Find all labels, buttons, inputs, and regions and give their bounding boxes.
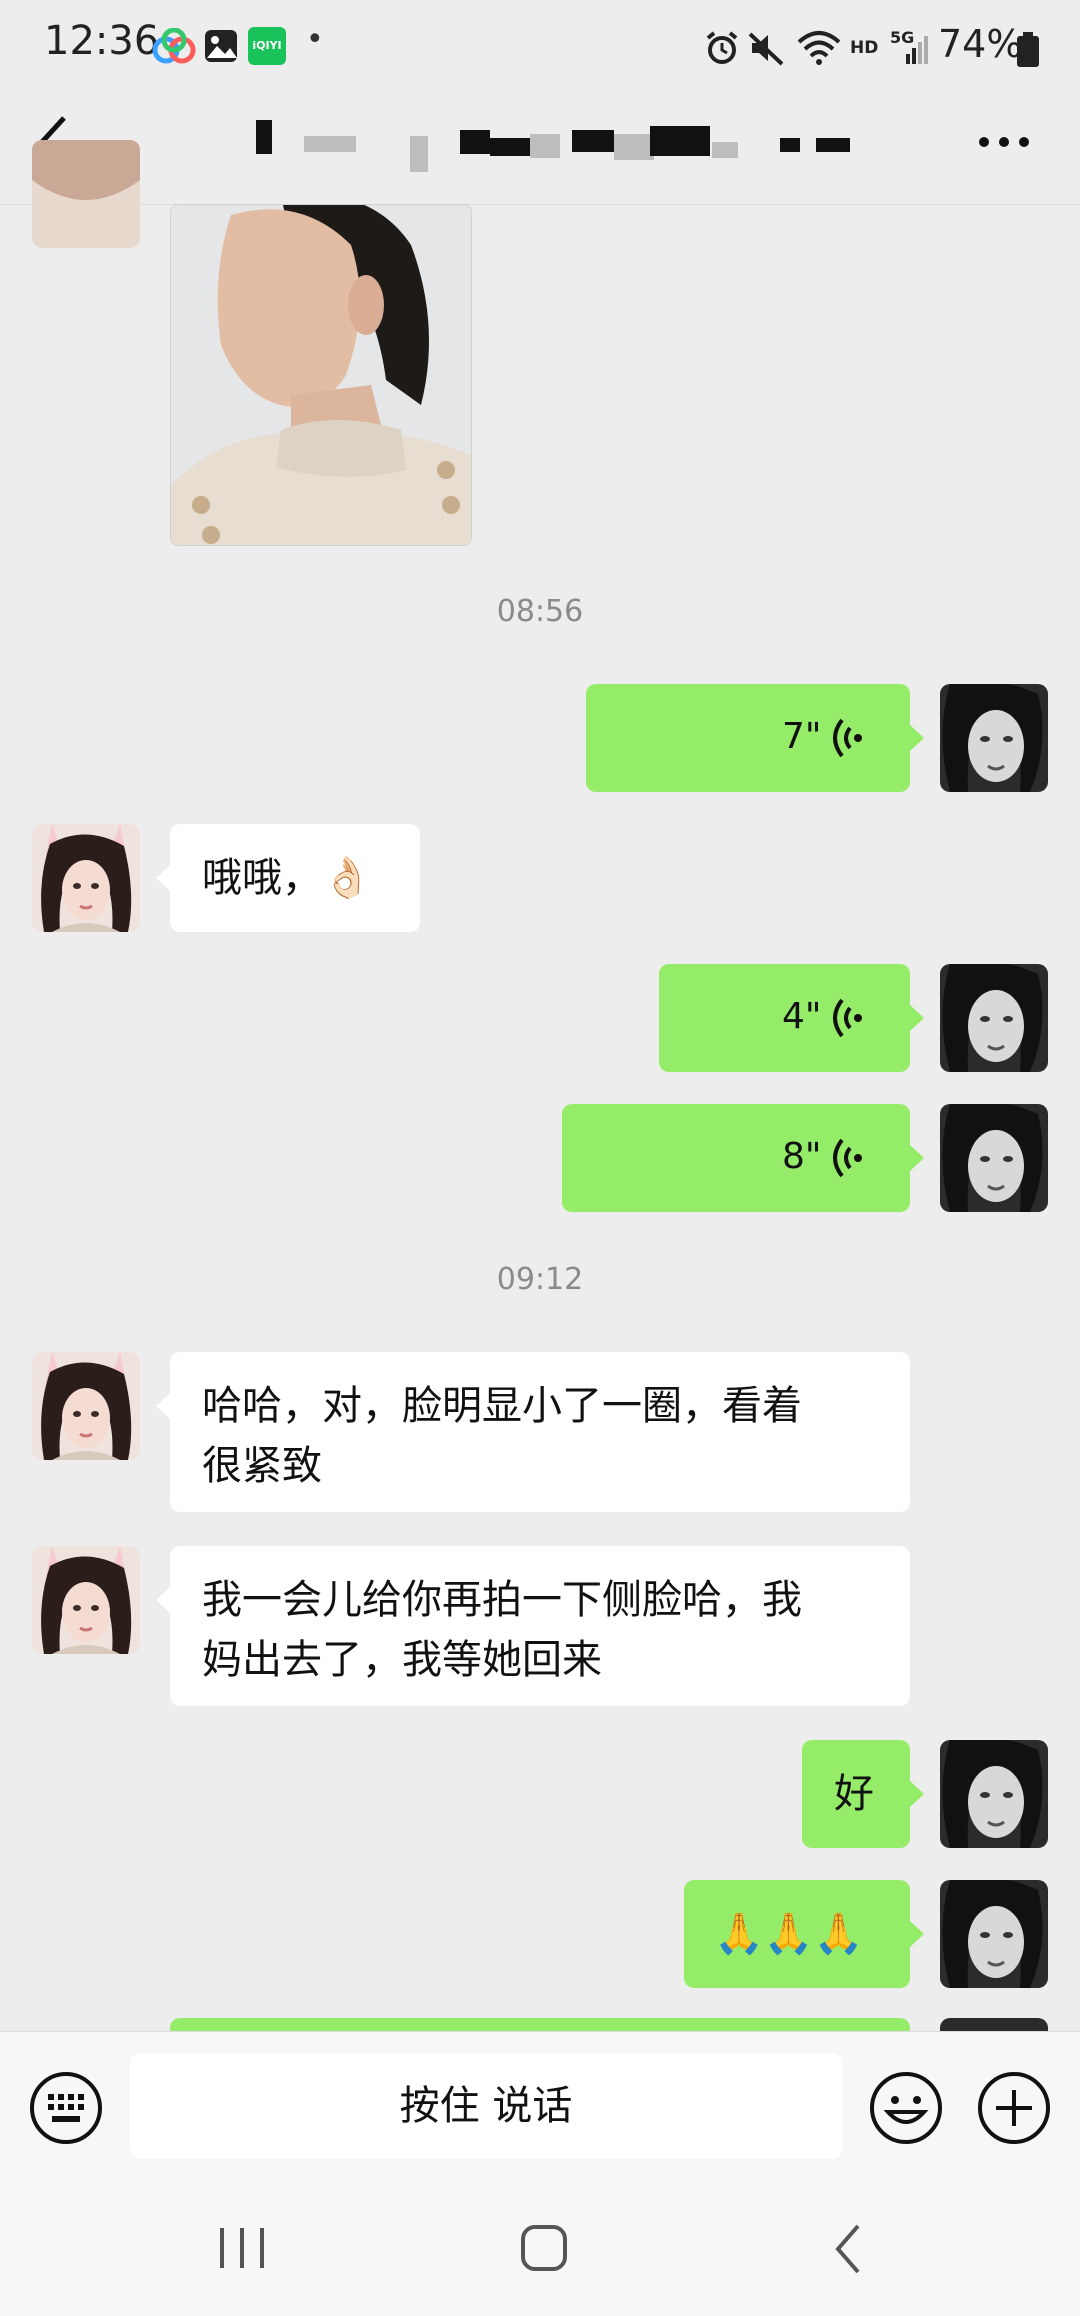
message-text: 好 bbox=[834, 1771, 874, 1817]
friend-avatar[interactable] bbox=[32, 1352, 140, 1460]
alarm-icon bbox=[706, 31, 738, 64]
message-text: 哦哦，👌🏻 bbox=[202, 855, 372, 901]
my-avatar[interactable] bbox=[940, 1104, 1048, 1212]
iqiyi-icon: iQIYI bbox=[248, 27, 286, 65]
timestamp: 09:12 bbox=[496, 1262, 584, 1297]
back-icon[interactable] bbox=[830, 2222, 866, 2276]
recent-apps-icon[interactable] bbox=[218, 2226, 268, 2270]
friend-avatar[interactable] bbox=[32, 824, 140, 932]
chat-title-redacted bbox=[250, 116, 860, 172]
keyboard-icon[interactable] bbox=[28, 2070, 104, 2146]
bubble-tail bbox=[910, 1005, 924, 1031]
my-avatar-partial bbox=[940, 2018, 1048, 2032]
voice-duration: 4" bbox=[782, 996, 822, 1037]
voice-wave-icon bbox=[833, 998, 862, 1038]
photo-woman-profile bbox=[171, 205, 471, 545]
battery-percent: 74% bbox=[938, 22, 1023, 66]
message-text: 🙏🙏🙏 bbox=[714, 1911, 864, 1957]
my-avatar[interactable] bbox=[940, 684, 1048, 792]
hold-to-talk-button[interactable]: 按住 说话 bbox=[130, 2053, 842, 2159]
status-time: 12:36 bbox=[44, 18, 160, 64]
home-icon[interactable] bbox=[520, 2224, 568, 2272]
bubble-tail bbox=[156, 1393, 170, 1419]
my-avatar[interactable] bbox=[940, 1880, 1048, 1988]
message-line: 哈哈，对，脸明显小了一圈，看着 bbox=[202, 1383, 802, 1429]
bubble-tail bbox=[910, 1921, 924, 1947]
voice-wave-icon bbox=[833, 1138, 862, 1178]
bubble-tail bbox=[156, 1587, 170, 1613]
avatar-left-partial[interactable] bbox=[32, 140, 140, 248]
wifi-icon bbox=[797, 31, 841, 65]
signal-icon bbox=[906, 36, 928, 64]
bubble-tail bbox=[156, 865, 170, 891]
message-line: 很紧致 bbox=[202, 1443, 322, 1489]
sent-photo[interactable] bbox=[170, 204, 472, 546]
battery-icon bbox=[1017, 32, 1039, 67]
gallery-icon bbox=[205, 30, 237, 62]
bubble-tail bbox=[910, 725, 924, 751]
message-line: 妈出去了，我等她回来 bbox=[202, 1637, 602, 1683]
bubble-tail bbox=[910, 1145, 924, 1171]
more-dots-icon[interactable] bbox=[978, 130, 1030, 154]
message-line: 我一会儿给你再拍一下侧脸哈，我 bbox=[202, 1577, 802, 1623]
bubble-tail bbox=[910, 1781, 924, 1807]
plus-icon[interactable] bbox=[976, 2070, 1052, 2146]
notification-dot: • bbox=[306, 22, 324, 57]
my-avatar[interactable] bbox=[940, 964, 1048, 1072]
emoji-icon[interactable] bbox=[868, 2070, 944, 2146]
voice-duration: 7" bbox=[782, 716, 822, 757]
friend-avatar[interactable] bbox=[32, 1546, 140, 1654]
baidu-netdisk-icon bbox=[152, 28, 196, 64]
timestamp: 08:56 bbox=[496, 594, 584, 629]
mute-icon bbox=[748, 32, 784, 66]
voice-wave-icon bbox=[833, 718, 862, 758]
my-avatar[interactable] bbox=[940, 1740, 1048, 1848]
hd-indicator: HD bbox=[850, 38, 879, 58]
voice-duration: 8" bbox=[782, 1136, 822, 1177]
